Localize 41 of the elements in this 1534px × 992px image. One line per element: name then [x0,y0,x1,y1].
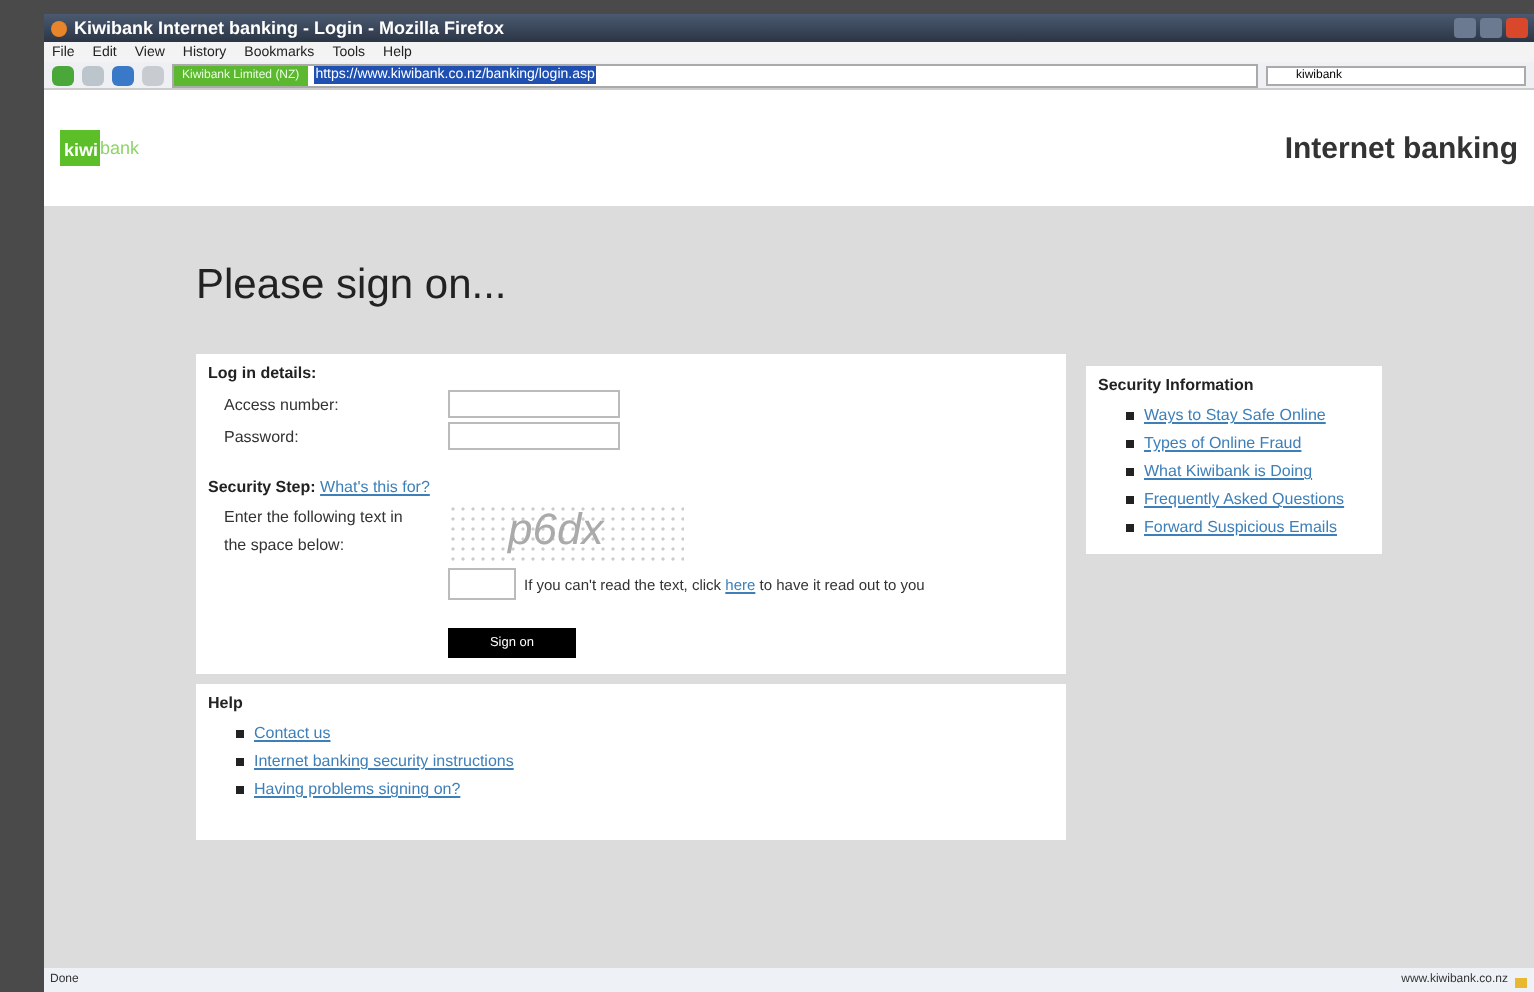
input-field[interactable] [448,422,620,450]
bullet-icon [236,786,244,794]
bullet-icon [1126,468,1134,476]
bullet-icon [1126,496,1134,504]
bullet-icon [236,758,244,766]
input-field[interactable] [448,390,620,418]
bullet-icon [236,730,244,738]
captcha-input[interactable] [448,568,516,600]
help-link[interactable]: Having problems signing on? [254,776,461,804]
security-link[interactable]: Frequently Asked Questions [1144,486,1345,514]
stop-button[interactable] [142,65,164,85]
security-link[interactable]: Ways to Stay Safe Online [1144,402,1326,430]
lock-icon [1514,972,1528,988]
help-link[interactable]: What's this for? [320,478,430,496]
reload-button[interactable] [112,65,134,85]
maximize-button[interactable] [1480,18,1502,38]
bullet-icon [1126,524,1134,532]
close-button[interactable] [1506,18,1528,38]
panel-title: Help [208,694,245,712]
help-link[interactable]: Internet banking security instructions [254,748,514,776]
security-link[interactable]: Types of Online Fraud [1144,430,1302,458]
bullet-icon [1126,440,1134,448]
browser-logo-icon [50,19,68,37]
panel-title: Log in details: [208,364,319,382]
security-link[interactable]: Forward Suspicious Emails [1144,514,1337,542]
back-button[interactable] [52,65,74,85]
instruction-text: Enter the following text in the space below: [222,506,405,558]
panel-title: Security Information [1098,376,1256,394]
page-heading: Please sign on... [196,262,509,310]
bullet-icon [1126,412,1134,420]
forward-button[interactable] [82,65,104,85]
field-label: Password: [222,427,301,445]
window-title: Kiwibank Internet banking - Login - Mozilla Firefox [74,18,505,38]
help-link[interactable]: Contact us [254,720,331,748]
security-step-label: Security Step: [208,478,316,496]
header-title: Internet banking [1284,131,1518,165]
field-label: Access number: [222,395,341,413]
minimize-button[interactable] [1454,18,1476,38]
captcha-image: p6dx [448,504,684,564]
security-link[interactable]: What Kiwibank is Doing [1144,458,1313,486]
kiwibank-logo: kiwi bank [60,130,140,166]
